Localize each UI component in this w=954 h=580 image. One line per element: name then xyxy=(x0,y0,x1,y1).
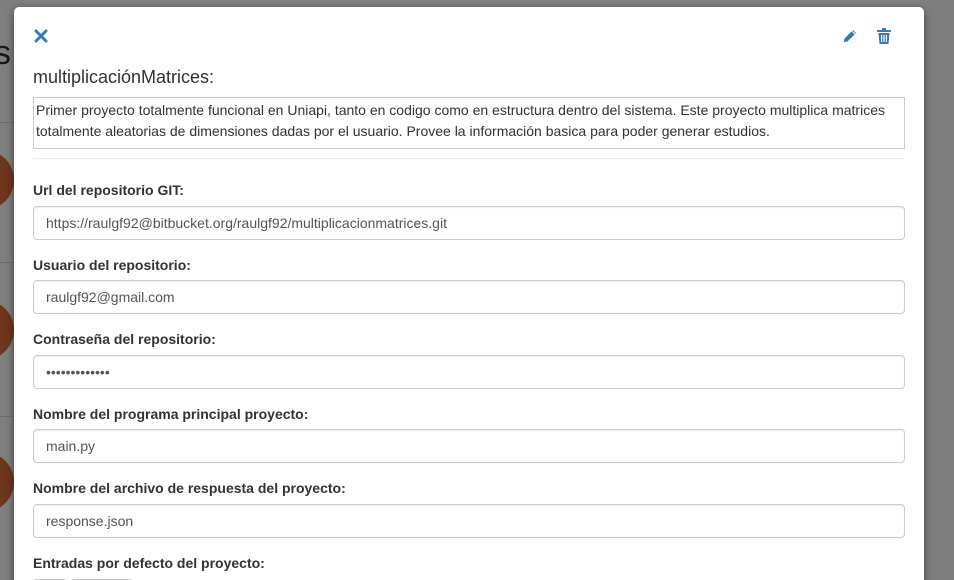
response-file-label: Nombre del archivo de respuesta del proy… xyxy=(33,480,346,496)
repo-url-label: Url del repositorio GIT: xyxy=(33,182,184,198)
repo-user-input[interactable] xyxy=(33,280,905,314)
trash-icon xyxy=(877,28,891,44)
divider xyxy=(33,158,905,159)
edit-button[interactable] xyxy=(839,25,861,47)
project-description: Primer proyecto totalmente funcional en … xyxy=(33,97,905,149)
response-file-input[interactable] xyxy=(33,504,905,538)
repo-password-label: Contraseña del repositorio: xyxy=(33,331,216,347)
close-icon xyxy=(34,29,48,43)
delete-button[interactable] xyxy=(873,25,895,47)
close-button[interactable] xyxy=(30,25,52,47)
repo-url-input[interactable] xyxy=(33,206,905,240)
main-program-label: Nombre del programa principal proyecto: xyxy=(33,406,309,422)
pencil-icon xyxy=(844,30,856,42)
default-inputs-label: Entradas por defecto del proyecto: xyxy=(33,555,265,571)
project-title: multiplicaciónMatrices: xyxy=(33,67,215,87)
repo-user-label: Usuario del repositorio: xyxy=(33,257,191,273)
main-program-input[interactable] xyxy=(33,429,905,463)
repo-password-input[interactable] xyxy=(33,355,905,389)
project-detail-modal: multiplicaciónMatrices: Primer proyecto … xyxy=(14,7,924,580)
